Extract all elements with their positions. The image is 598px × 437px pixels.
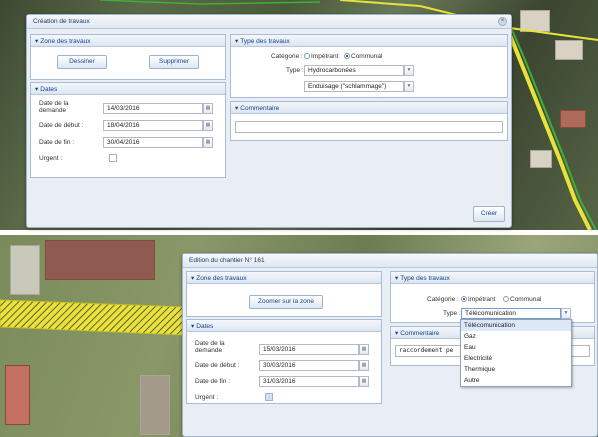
type-panel: ▾ Type des travaux Catégorie : Impétrant …	[390, 271, 595, 323]
type-panel-header[interactable]: ▾ Type des travaux	[231, 35, 507, 47]
comment-panel-title: Commentaire	[400, 330, 440, 337]
radio-icon[interactable]	[503, 296, 509, 303]
close-icon[interactable]: ×	[498, 17, 507, 26]
comment-panel: ▾ Commentaire	[230, 101, 508, 141]
zone-panel-title: Zone des travaux	[196, 275, 247, 282]
subtype-select[interactable]: Enduisage ("schlammage")	[304, 81, 404, 92]
collapse-arrow-icon[interactable]: ▾	[235, 38, 238, 45]
chevron-down-icon[interactable]: ▼	[404, 65, 414, 76]
zone-panel: ▾ Zone des travaux Dessiner Supprimer	[30, 34, 226, 80]
type-panel-title: Type des travaux	[240, 38, 290, 45]
type-option[interactable]: Thermique	[461, 364, 571, 375]
type-option[interactable]: Electricité	[461, 353, 571, 364]
urgent-checkbox[interactable]	[109, 154, 117, 162]
end-date-label: Date de fin :	[39, 139, 75, 146]
radio-icon[interactable]	[304, 53, 310, 60]
calendar-icon[interactable]: ▦	[359, 360, 369, 371]
category-radio-impetrant[interactable]: Impétrant	[304, 53, 338, 60]
type-option[interactable]: Eau	[461, 342, 571, 353]
zoom-to-zone-button[interactable]: Zoomer sur la zone	[249, 295, 323, 309]
type-label: Type :	[443, 310, 461, 317]
dates-panel: ▾ Dates Date de la demande 14/03/2016 ▦ D…	[30, 82, 226, 178]
collapse-arrow-icon[interactable]: ▾	[35, 38, 38, 45]
pipe-line	[99, 0, 321, 5]
category-radio-communal[interactable]: Communal	[503, 296, 541, 303]
dates-panel: ▾ Dates Date de la demande 15/03/2016 ▦ D…	[186, 319, 382, 404]
calendar-icon[interactable]: ▦	[203, 137, 213, 148]
end-date-field[interactable]: 30/04/2016	[103, 137, 203, 148]
request-date-label: Date de la demande	[39, 100, 69, 114]
zone-panel: ▾ Zone des travaux Zoomer sur la zone	[186, 271, 382, 317]
zone-panel-title: Zone des travaux	[40, 38, 91, 45]
create-works-dialog: Création de travaux × ▾ Zone des travaux …	[26, 14, 512, 228]
category-label: Catégorie :	[427, 296, 459, 303]
start-date-field[interactable]: 18/04/2016	[103, 120, 203, 131]
collapse-arrow-icon[interactable]: ▾	[191, 275, 194, 282]
urgent-label: Urgent :	[39, 155, 63, 162]
type-option[interactable]: Autre	[461, 375, 571, 386]
chevron-down-icon[interactable]: ▼	[404, 81, 414, 92]
category-radio-impetrant[interactable]: Impétrant	[461, 296, 495, 303]
type-panel-header[interactable]: ▾ Type des travaux	[391, 272, 594, 284]
request-date-label: Date de la demande	[195, 340, 225, 354]
dates-panel-header[interactable]: ▾ Dates	[187, 320, 381, 332]
dialog-title: Création de travaux	[33, 18, 90, 25]
calendar-icon[interactable]: ▦	[359, 344, 369, 355]
zone-panel-header[interactable]: ▾ Zone des travaux	[31, 35, 225, 47]
radio-label: Impétrant	[468, 296, 496, 303]
dialog-title-bar[interactable]: Création de travaux ×	[27, 15, 511, 29]
work-zone-polygon[interactable]	[0, 299, 185, 336]
calendar-icon[interactable]: ▦	[203, 103, 213, 114]
comment-panel-title: Commentaire	[240, 105, 280, 112]
radio-label: Communal	[351, 53, 383, 60]
request-date-field[interactable]: 15/03/2016	[259, 344, 359, 355]
calendar-icon[interactable]: ▦	[203, 120, 213, 131]
start-date-label: Date de début :	[195, 362, 240, 369]
type-option[interactable]: Gaz	[461, 331, 571, 342]
dates-panel-title: Dates	[40, 86, 58, 93]
radio-label: Impétrant	[311, 53, 339, 60]
dates-panel-title: Dates	[196, 323, 214, 330]
start-date-field[interactable]: 30/03/2016	[259, 360, 359, 371]
chevron-down-icon[interactable]: ▼	[561, 308, 571, 319]
collapse-arrow-icon[interactable]: ▾	[35, 86, 38, 93]
category-radio-communal[interactable]: Communal	[344, 53, 382, 60]
dialog-title-bar[interactable]: Edition du chantier N° 161	[183, 254, 597, 268]
request-date-field[interactable]: 14/03/2016	[103, 103, 203, 114]
end-date-field[interactable]: 31/03/2016	[259, 376, 359, 387]
type-option[interactable]: Télécomunication	[461, 320, 571, 331]
comment-panel-header[interactable]: ▾ Commentaire	[231, 102, 507, 114]
type-label: Type :	[286, 67, 304, 74]
type-select[interactable]: Hydrocarbonées	[304, 65, 404, 76]
edit-site-dialog: Edition du chantier N° 161 ▾ Zone des tra…	[182, 253, 598, 437]
create-button[interactable]: Créer	[473, 206, 505, 222]
type-panel: ▾ Type des travaux Catégorie : Impétrant …	[230, 34, 508, 98]
radio-icon[interactable]	[461, 296, 467, 303]
map-overlay	[0, 299, 185, 336]
type-dropdown-list: Télécomunication Gaz Eau Electricité The…	[460, 319, 572, 387]
radio-label: Communal	[510, 296, 542, 303]
collapse-arrow-icon[interactable]: ▾	[395, 330, 398, 337]
end-date-label: Date de fin :	[195, 378, 231, 385]
work-zone-line	[506, 29, 592, 230]
zone-panel-header[interactable]: ▾ Zone des travaux	[187, 272, 381, 284]
draw-button[interactable]: Dessiner	[57, 55, 107, 69]
dates-panel-header[interactable]: ▾ Dates	[31, 83, 225, 95]
category-label: Catégorie :	[271, 53, 303, 60]
collapse-arrow-icon[interactable]: ▾	[395, 275, 398, 282]
pipe-line	[511, 29, 597, 230]
comment-input[interactable]	[235, 121, 503, 133]
start-date-label: Date de début :	[39, 122, 84, 129]
dialog-title: Edition du chantier N° 161	[189, 257, 265, 264]
delete-button[interactable]: Supprimer	[149, 55, 199, 69]
type-select[interactable]: Télécomunication	[461, 308, 561, 319]
urgent-label: Urgent :	[195, 394, 219, 401]
radio-icon[interactable]	[344, 53, 350, 60]
collapse-arrow-icon[interactable]: ▾	[191, 323, 194, 330]
type-panel-title: Type des travaux	[400, 275, 450, 282]
urgent-checkbox[interactable]	[265, 393, 273, 401]
collapse-arrow-icon[interactable]: ▾	[235, 105, 238, 112]
calendar-icon[interactable]: ▦	[359, 376, 369, 387]
